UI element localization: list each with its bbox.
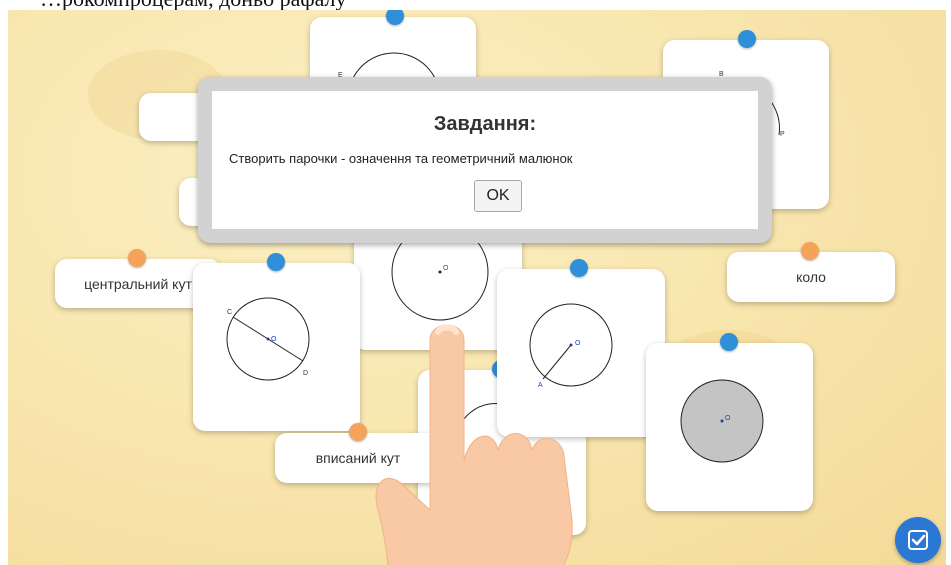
- mark-p: P: [780, 131, 785, 138]
- ok-button[interactable]: OK: [474, 180, 522, 212]
- circle-diagram: O C D: [226, 297, 310, 381]
- mark-o: O: [271, 336, 277, 343]
- dialog-title: Завдання:: [433, 113, 537, 135]
- picture-card-disk[interactable]: O: [646, 333, 813, 511]
- circle-diagram: O: [680, 379, 764, 463]
- label-text: центральний кут: [84, 275, 192, 292]
- pin: [349, 423, 367, 441]
- mark-o: O: [443, 265, 449, 272]
- picture-card-diameter[interactable]: O C D: [193, 253, 360, 431]
- check-icon: [908, 530, 928, 550]
- mark-o: O: [725, 415, 731, 422]
- label-card-circle[interactable]: коло: [727, 242, 895, 302]
- pointing-hand-icon: [375, 324, 573, 565]
- pin: [128, 249, 146, 267]
- mark-c: C: [227, 309, 232, 316]
- mark-d: D: [303, 370, 308, 377]
- dialog-text: Створить парочки - означення та геометри…: [229, 151, 573, 166]
- check-answers-button[interactable]: [895, 517, 941, 563]
- pin: [801, 242, 819, 260]
- label-text: коло: [796, 269, 826, 285]
- header-partial-text: …рокомпроцерам, доньо рафалу: [40, 0, 347, 10]
- game-board: E B P O центральний кут O C D коло вписа…: [8, 10, 946, 565]
- header-strip: …рокомпроцерам, доньо рафалу: [0, 0, 951, 10]
- task-dialog-body: Завдання: Створить парочки - означення т…: [212, 91, 758, 229]
- task-dialog: Завдання: Створить парочки - означення т…: [198, 77, 772, 243]
